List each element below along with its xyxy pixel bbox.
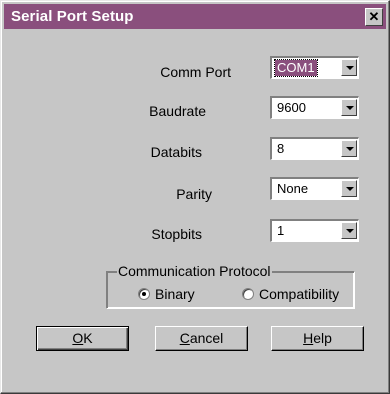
- radio-indicator[interactable]: [138, 288, 150, 300]
- baudrate-select[interactable]: 9600: [270, 96, 359, 119]
- comm-port-select[interactable]: COM1: [270, 56, 359, 79]
- close-icon: ✕: [368, 9, 380, 24]
- chevron-down-icon[interactable]: [341, 222, 357, 239]
- cancel-label-rest: ancel: [189, 330, 224, 346]
- parity-select[interactable]: None: [270, 177, 359, 200]
- binary-label: Binary: [155, 286, 195, 302]
- close-button[interactable]: ✕: [365, 8, 383, 26]
- chevron-down-icon[interactable]: [341, 59, 357, 76]
- compatibility-label: Compatibility: [259, 286, 340, 302]
- ok-label-rest: K: [83, 330, 93, 346]
- chevron-down-icon[interactable]: [341, 99, 357, 116]
- cancel-accel: C: [179, 330, 190, 346]
- stopbits-label: Stopbits: [151, 226, 202, 242]
- help-accel: H: [303, 330, 314, 346]
- ok-accel: O: [72, 330, 84, 346]
- parity-label: Parity: [176, 186, 212, 202]
- ok-button[interactable]: OK: [36, 326, 129, 351]
- stopbits-select[interactable]: 1: [270, 219, 359, 242]
- chevron-down-icon[interactable]: [341, 180, 357, 197]
- window-title: Serial Port Setup: [11, 8, 134, 25]
- baudrate-label: Baudrate: [149, 103, 206, 119]
- databits-value: 8: [277, 141, 285, 156]
- baudrate-value: 9600: [277, 100, 306, 115]
- comm-port-label: Comm Port: [160, 64, 231, 80]
- parity-value: None: [277, 181, 309, 196]
- protocol-group-title: Communication Protocol: [117, 263, 272, 279]
- comm-port-value: COM1: [274, 59, 318, 77]
- cancel-button[interactable]: Cancel: [155, 326, 248, 351]
- help-label-rest: elp: [313, 330, 332, 346]
- radio-indicator[interactable]: [242, 288, 254, 300]
- chevron-down-icon[interactable]: [341, 140, 357, 157]
- databits-select[interactable]: 8: [270, 137, 359, 160]
- databits-label: Databits: [150, 144, 202, 160]
- help-button[interactable]: Help: [271, 326, 364, 351]
- title-bar[interactable]: Serial Port Setup ✕: [4, 4, 386, 29]
- stopbits-value: 1: [277, 223, 285, 238]
